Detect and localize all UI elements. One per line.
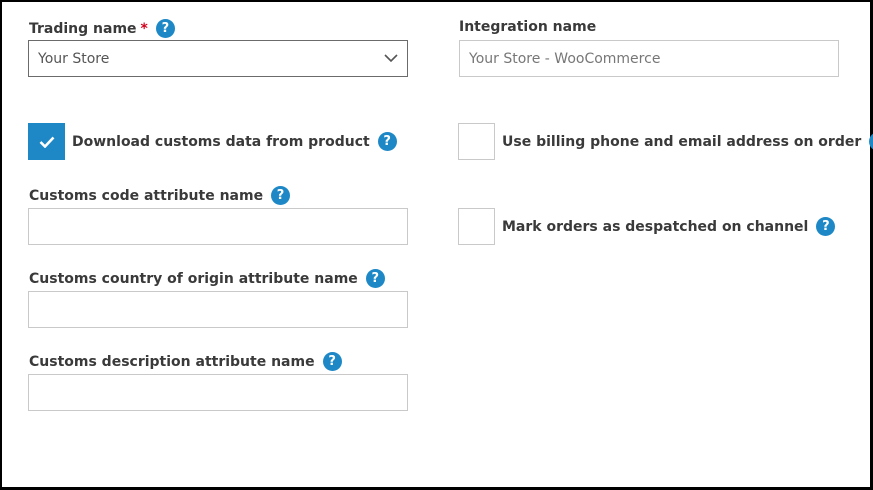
customs-country-label: Customs country of origin attribute name (29, 270, 358, 287)
help-icon[interactable]: ? (377, 132, 397, 151)
download-customs-label: Download customs data from product (72, 133, 370, 150)
trading-name-select[interactable]: Your Store (28, 40, 408, 77)
customs-code-input[interactable] (28, 208, 408, 245)
help-icon[interactable]: ? (155, 19, 175, 38)
use-billing-checkbox[interactable] (458, 123, 495, 160)
chevron-down-icon (384, 54, 398, 63)
download-customs-label-row: Download customs data from product ? (72, 132, 397, 151)
required-indicator: * (140, 20, 148, 37)
checkmark-icon (39, 136, 54, 148)
trading-name-label: Trading name (29, 20, 137, 37)
download-customs-checkbox[interactable] (28, 123, 65, 160)
trading-name-value: Your Store (38, 50, 110, 67)
form-panel: Trading name * ? Your Store Integration … (0, 0, 873, 490)
help-icon[interactable]: ? (869, 132, 873, 151)
customs-country-label-row: Customs country of origin attribute name… (29, 269, 385, 288)
use-billing-label: Use billing phone and email address on o… (502, 133, 862, 150)
mark-despatched-label-row: Mark orders as despatched on channel ? (502, 217, 836, 236)
customs-code-label: Customs code attribute name (29, 187, 264, 204)
mark-despatched-label: Mark orders as despatched on channel (502, 218, 809, 235)
integration-name-label-row: Integration name (459, 19, 596, 35)
help-icon[interactable]: ? (271, 186, 291, 205)
customs-description-label: Customs description attribute name (29, 353, 315, 370)
integration-name-input[interactable] (459, 40, 839, 77)
customs-description-input[interactable] (28, 374, 408, 411)
customs-code-label-row: Customs code attribute name ? (29, 186, 291, 205)
integration-name-label: Integration name (459, 19, 597, 35)
use-billing-label-row: Use billing phone and email address on o… (502, 132, 873, 151)
customs-country-input[interactable] (28, 291, 408, 328)
customs-description-label-row: Customs description attribute name ? (29, 352, 342, 371)
trading-name-label-row: Trading name * ? (29, 19, 175, 38)
mark-despatched-checkbox[interactable] (458, 208, 495, 245)
help-icon[interactable]: ? (322, 352, 342, 371)
help-icon[interactable]: ? (816, 217, 836, 236)
help-icon[interactable]: ? (365, 269, 385, 288)
